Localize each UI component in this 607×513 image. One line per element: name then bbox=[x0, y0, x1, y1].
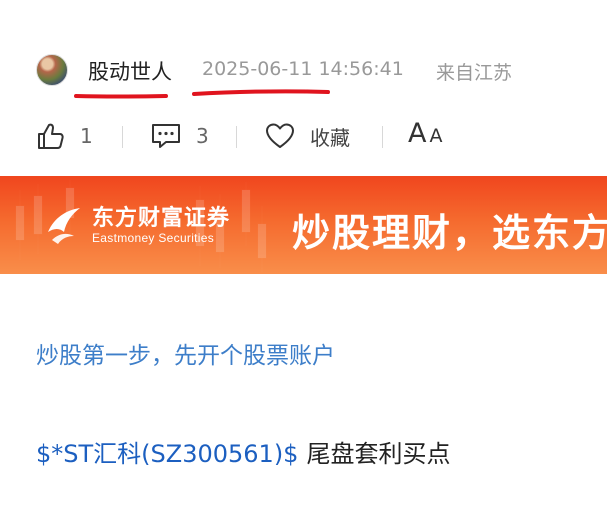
comment-count: 3 bbox=[196, 124, 209, 148]
banner-slogan: 炒股理财，选东方 bbox=[292, 210, 607, 255]
divider bbox=[382, 126, 383, 148]
stock-tag-link[interactable]: $*ST汇科(SZ300561)$ bbox=[36, 440, 298, 468]
banner-brand-chinese: 东方财富证券 bbox=[92, 205, 231, 231]
favorite-button[interactable]: 收藏 bbox=[264, 118, 350, 154]
like-button[interactable]: 1 bbox=[36, 118, 93, 154]
author-name[interactable]: 股动世人 bbox=[88, 56, 172, 86]
favorite-label: 收藏 bbox=[310, 125, 350, 150]
post-title: 尾盘套利买点 bbox=[306, 440, 451, 468]
avatar[interactable] bbox=[36, 54, 68, 86]
divider bbox=[122, 126, 123, 148]
comment-icon bbox=[152, 124, 180, 148]
post-source: 来自江苏 bbox=[436, 62, 513, 84]
comment-button[interactable]: 3 bbox=[150, 118, 209, 154]
action-bar: 1 3 收藏 A A bbox=[36, 118, 596, 154]
divider bbox=[236, 126, 237, 148]
eastmoney-logo-icon bbox=[48, 208, 80, 244]
post-page: 股动世人 2025-06-11 14:56:41 来自江苏 1 3 收藏 A A… bbox=[0, 0, 607, 513]
banner-brand-english: Eastmoney Securities bbox=[92, 231, 215, 245]
heart-icon bbox=[266, 123, 294, 148]
font-size-small-glyph: A bbox=[429, 125, 443, 147]
like-count: 1 bbox=[80, 124, 93, 148]
thumbs-up-icon bbox=[38, 123, 64, 149]
post-time: 2025-06-11 14:56:41 bbox=[202, 58, 404, 80]
eastmoney-ad-banner[interactable]: 东方财富证券 Eastmoney Securities 炒股理财，选东方 bbox=[0, 176, 607, 274]
author-row: 股动世人 2025-06-11 14:56:41 来自江苏 bbox=[36, 52, 596, 99]
open-account-link[interactable]: 炒股第一步，先开个股票账户 bbox=[36, 336, 335, 370]
font-size-button[interactable]: A A bbox=[408, 118, 442, 154]
font-size-large-glyph: A bbox=[408, 118, 427, 149]
post-body-line: $*ST汇科(SZ300561)$ 尾盘套利买点 bbox=[36, 434, 450, 469]
